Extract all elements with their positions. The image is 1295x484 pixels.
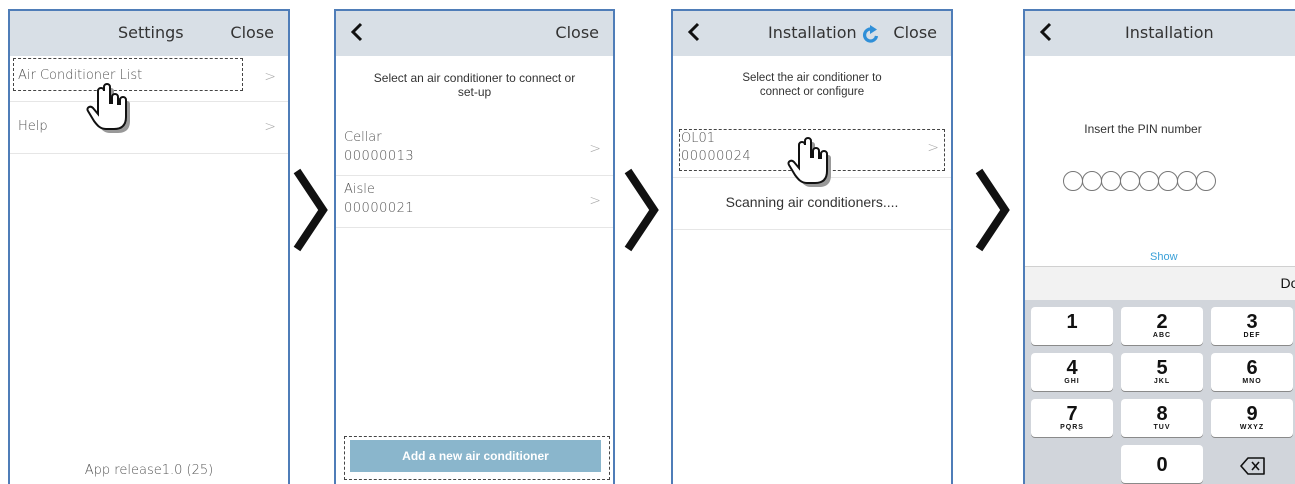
keyboard-toolbar: Done: [1025, 266, 1295, 301]
close-button[interactable]: Close: [893, 23, 937, 42]
pin-digit-slot: [1100, 171, 1121, 191]
key-3[interactable]: 3 DEF: [1211, 307, 1293, 345]
chevron-right-icon: >: [589, 141, 601, 157]
settings-screen: Settings Close Air Conditioner List > He…: [8, 9, 290, 484]
device-name: Cellar: [344, 130, 382, 145]
scanning-row: Scanning air conditioners....: [673, 177, 951, 230]
key-7[interactable]: 7 PQRS: [1031, 399, 1113, 437]
scanning-status: Scanning air conditioners....: [725, 194, 899, 210]
menu-item-help[interactable]: Help >: [10, 101, 288, 154]
add-air-conditioner-button[interactable]: Add a new air conditioner: [350, 440, 601, 472]
device-name: Aisle: [344, 182, 375, 197]
app-release-label: App release1.0 (25): [84, 463, 214, 478]
device-serial: 00000021: [344, 201, 415, 216]
key-1[interactable]: 1: [1031, 307, 1113, 345]
select-prompt: Select the air conditioner to connect or…: [742, 72, 882, 98]
settings-header: Settings Close: [10, 11, 288, 56]
key-2[interactable]: 2 ABC: [1121, 307, 1203, 345]
key-8[interactable]: 8 TUV: [1121, 399, 1203, 437]
air-conditioner-list-screen: Close Select an air conditioner to conne…: [334, 9, 615, 484]
menu-item-label: Help: [18, 119, 48, 134]
close-button[interactable]: Close: [555, 23, 599, 42]
numeric-keypad: 1 2 ABC 3 DEF 4 GHI 5 JKL 6 MNO 7 PQRS 8 TUV 9W…: [1025, 300, 1295, 484]
pin-digit-slot: [1062, 171, 1083, 191]
device-row[interactable]: Aisle 00000021 >: [336, 175, 613, 228]
pin-prompt: Insert the PIN number: [1084, 122, 1202, 136]
chevron-left-icon[interactable]: [344, 17, 370, 47]
device-row[interactable]: Cellar 00000013 >: [336, 123, 613, 176]
flow-arrow-icon: [975, 168, 1010, 252]
device-serial: 00000013: [344, 149, 415, 164]
refresh-icon[interactable]: [861, 25, 881, 45]
installation-header: Installation: [1025, 11, 1295, 56]
list-header: Close: [336, 11, 613, 56]
chevron-left-icon[interactable]: [1033, 17, 1059, 47]
key-4[interactable]: 4 GHI: [1031, 353, 1113, 391]
flow-arrow-icon: [293, 168, 328, 252]
backspace-icon[interactable]: [1240, 457, 1266, 475]
pin-digit-slot: [1176, 171, 1197, 191]
pin-digit-slot: [1081, 171, 1102, 191]
key-9[interactable]: 9 WXYZ: [1211, 399, 1293, 437]
chevron-right-icon: >: [264, 69, 276, 85]
chevron-right-icon: >: [264, 119, 276, 135]
flow-arrow-icon: [624, 168, 659, 252]
key-6[interactable]: 6 MNO: [1211, 353, 1293, 391]
hand-pointer-icon: [86, 83, 130, 133]
chevron-right-icon: >: [589, 193, 601, 209]
page-title: Installation: [768, 23, 857, 42]
select-prompt: Select an air conditioner to connect or …: [373, 71, 576, 99]
pin-digit-slot: [1195, 171, 1216, 191]
pin-digit-slot: [1119, 171, 1140, 191]
chevron-left-icon[interactable]: [681, 17, 707, 47]
installation-header: Installation Close: [673, 11, 951, 56]
page-title: Installation: [1125, 23, 1214, 42]
pin-input[interactable]: [1062, 171, 1216, 195]
done-button[interactable]: Done: [1281, 275, 1295, 291]
pin-digit-slot: [1157, 171, 1178, 191]
show-pin-link[interactable]: Show: [1150, 251, 1178, 263]
pin-entry-screen: Installation Insert the PIN number Show …: [1023, 9, 1295, 484]
key-5[interactable]: 5 JKL: [1121, 353, 1203, 391]
page-title: Settings: [118, 23, 184, 42]
close-button[interactable]: Close: [230, 23, 274, 42]
installation-scan-screen: Installation Close Select the air condit…: [671, 9, 953, 484]
key-0[interactable]: 0: [1121, 445, 1203, 483]
pin-digit-slot: [1138, 171, 1159, 191]
